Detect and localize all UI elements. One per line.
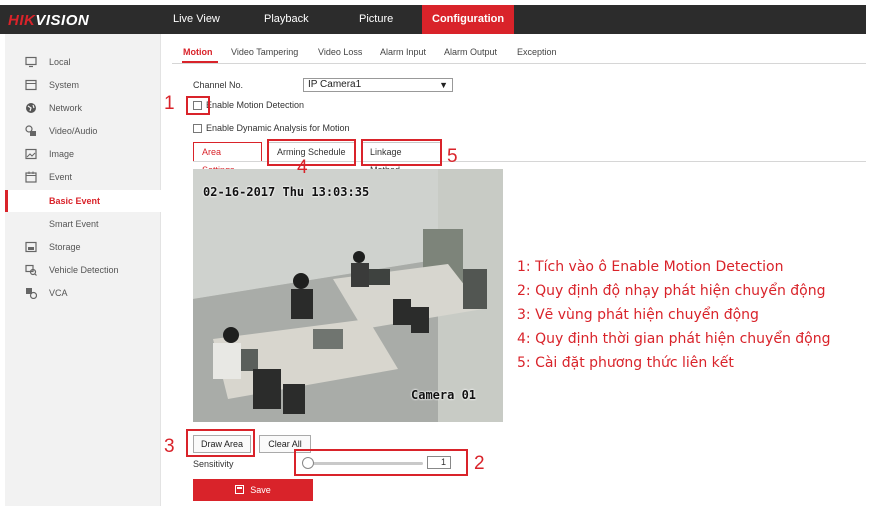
sidebar-item-system[interactable]: System: [5, 74, 161, 96]
system-icon: [25, 79, 37, 91]
sidebar-item-vca[interactable]: VCA: [5, 282, 161, 304]
tab-video-tampering[interactable]: Video Tampering: [231, 47, 298, 57]
sidebar-item-label: Video/Audio: [49, 126, 98, 136]
tab-exception[interactable]: Exception: [517, 47, 557, 57]
annotation-box-3: [186, 429, 255, 457]
tab-video-loss[interactable]: Video Loss: [318, 47, 362, 57]
note-5: 5: Cài đặt phương thức liên kết: [517, 355, 734, 371]
chevron-down-icon: ▼: [439, 80, 448, 90]
annotation-notes: 1: Tích vào ô Enable Motion Detection 2:…: [517, 255, 830, 375]
annotation-number-4: 4: [297, 157, 308, 178]
save-icon: [235, 485, 245, 494]
sidebar-item-basic-event[interactable]: Basic Event: [5, 190, 161, 212]
note-4: 4: Quy định thời gian phát hiện chuyển đ…: [517, 331, 831, 347]
enable-motion-detection-label: Enable Motion Detection: [206, 100, 305, 110]
annotation-number-3: 3: [164, 436, 175, 457]
channel-select[interactable]: IP Camera1 ▼: [303, 78, 453, 92]
annotation-number-1: 1: [164, 93, 175, 114]
nav-picture[interactable]: Picture: [349, 5, 403, 34]
vca-icon: [26, 288, 37, 299]
sidebar-item-image[interactable]: Image: [5, 143, 161, 165]
sidebar-item-label: Basic Event: [49, 196, 101, 206]
camera-scene: [193, 169, 503, 422]
hikvision-logo: HIKVISION: [8, 12, 90, 29]
annotation-number-2: 2: [474, 453, 485, 474]
sidebar-item-label: Storage: [49, 242, 81, 252]
note-3: 3: Vẽ vùng phát hiện chuyển động: [517, 307, 759, 323]
storage-icon: [25, 241, 37, 253]
sidebar-item-label: Local: [49, 57, 71, 67]
video-audio-icon: [25, 125, 36, 136]
note-2: 2: Quy định độ nhạy phát hiện chuyển độn…: [517, 283, 826, 299]
monitor-icon: [25, 56, 37, 68]
sidebar: Local System Network Video/Audio Image E…: [5, 34, 161, 506]
subtab-area-settings[interactable]: Area Settings: [193, 142, 262, 175]
save-button[interactable]: Save: [193, 479, 313, 501]
annotation-number-5: 5: [447, 146, 458, 167]
event-tabs: Motion Video Tampering Video Loss Alarm …: [172, 44, 866, 64]
video-camera-name: Camera 01: [411, 388, 477, 402]
sidebar-item-network[interactable]: Network: [5, 97, 161, 119]
tab-motion[interactable]: Motion: [183, 47, 213, 57]
sidebar-item-label: Network: [49, 103, 83, 113]
active-tab-indicator: [182, 61, 218, 63]
nav-configuration[interactable]: Configuration: [422, 5, 515, 34]
annotation-box-4: [267, 139, 356, 166]
calendar-icon: [25, 171, 37, 183]
channel-label: Channel No.: [193, 80, 244, 90]
video-timestamp: 02-16-2017 Thu 13:03:35: [203, 185, 370, 199]
top-navigation-bar: HIKVISION Live View Playback Picture Con…: [0, 5, 866, 34]
sidebar-item-video-audio[interactable]: Video/Audio: [5, 120, 161, 142]
vehicle-detection-icon: [25, 264, 37, 276]
tab-alarm-input[interactable]: Alarm Input: [380, 47, 426, 57]
live-video-preview[interactable]: 02-16-2017 Thu 13:03:35 Camera 01: [193, 169, 503, 422]
enable-dynamic-analysis-label: Enable Dynamic Analysis for Motion: [206, 123, 350, 133]
globe-icon: [26, 103, 36, 113]
sidebar-item-label: Vehicle Detection: [49, 265, 119, 275]
save-button-label: Save: [250, 485, 271, 495]
annotation-box-1: [186, 96, 210, 115]
nav-live-view[interactable]: Live View: [163, 5, 230, 34]
sidebar-item-event[interactable]: Event: [5, 166, 161, 188]
sidebar-item-label: VCA: [49, 288, 68, 298]
channel-select-value: IP Camera1: [308, 79, 362, 90]
tab-alarm-output[interactable]: Alarm Output: [444, 47, 497, 57]
sidebar-item-local[interactable]: Local: [5, 51, 161, 73]
sidebar-item-label: System: [49, 80, 80, 90]
image-icon: [25, 148, 37, 160]
sidebar-item-label: Event: [49, 172, 73, 182]
sidebar-item-storage[interactable]: Storage: [5, 236, 161, 258]
note-1: 1: Tích vào ô Enable Motion Detection: [517, 259, 784, 275]
annotation-box-5: [361, 139, 442, 166]
sensitivity-label: Sensitivity: [193, 459, 234, 469]
nav-playback[interactable]: Playback: [254, 5, 319, 34]
sidebar-item-smart-event[interactable]: Smart Event: [5, 213, 161, 235]
sidebar-item-label: Smart Event: [49, 219, 99, 229]
sidebar-item-label: Image: [49, 149, 75, 159]
enable-dynamic-analysis-checkbox[interactable]: [193, 124, 202, 133]
annotation-box-2: [294, 449, 468, 476]
sidebar-item-vehicle-detection[interactable]: Vehicle Detection: [5, 259, 161, 281]
